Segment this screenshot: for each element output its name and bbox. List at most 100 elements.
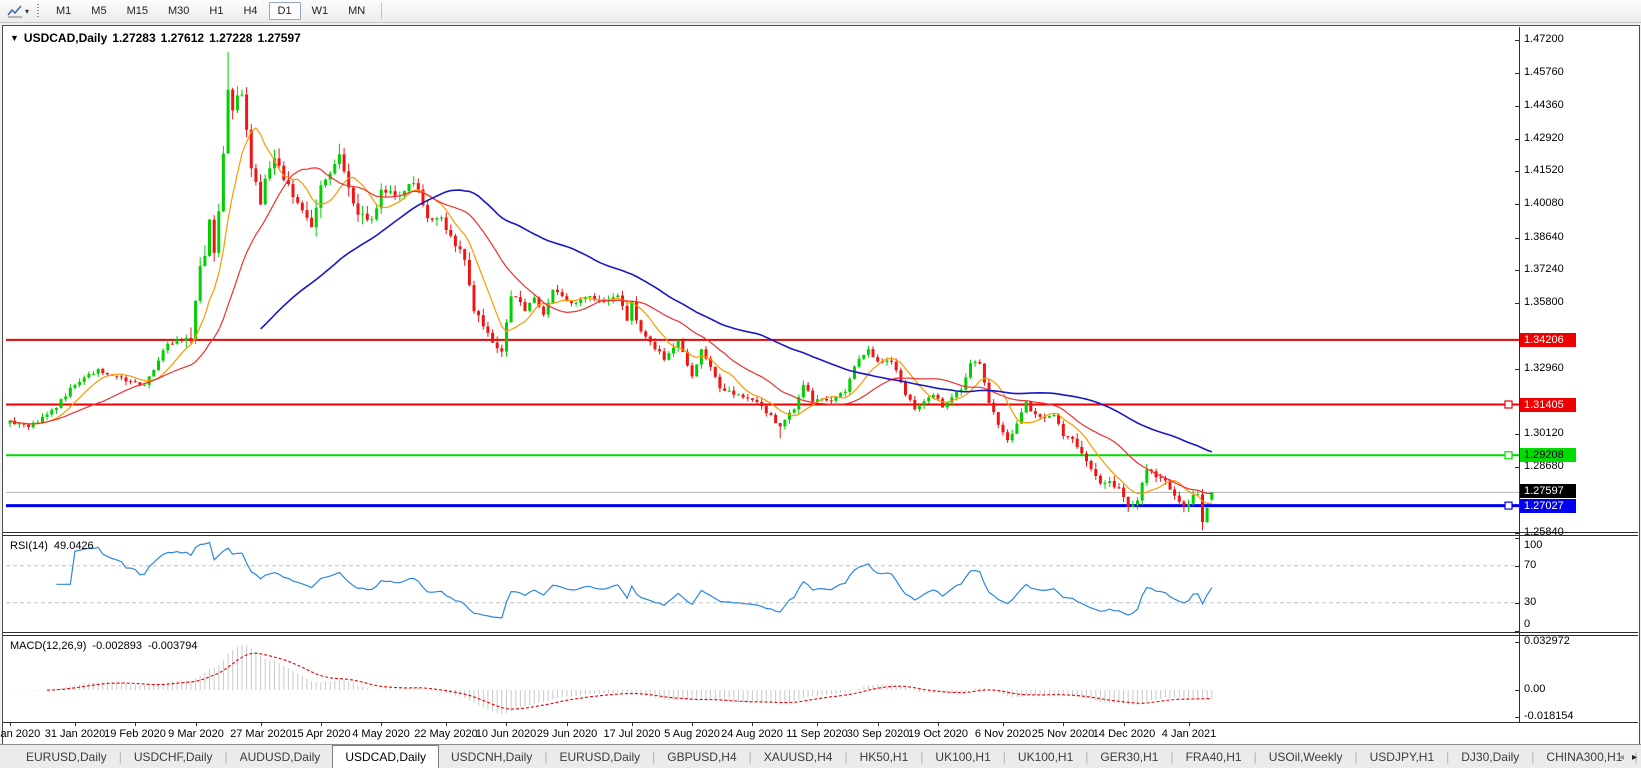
price-tick-mark bbox=[1515, 369, 1519, 370]
panel-separator[interactable] bbox=[3, 632, 1638, 633]
timeframe-button-w1[interactable]: W1 bbox=[303, 2, 338, 20]
chart-tab-ger30-h1[interactable]: GER30,H1 bbox=[1088, 747, 1170, 768]
date-tick-mark bbox=[1189, 722, 1190, 726]
macd-indicator-chart[interactable] bbox=[6, 637, 1519, 722]
date-axis-line bbox=[3, 722, 1638, 723]
date-tick-mark bbox=[752, 722, 753, 726]
price-level-label: 1.29208 bbox=[1520, 448, 1576, 462]
chart-tab-audusd-daily[interactable]: AUDUSD,Daily bbox=[228, 747, 333, 768]
macd-tick-mark bbox=[1515, 690, 1519, 691]
date-tick-label: 13 Jan 2020 bbox=[0, 728, 41, 740]
date-tick-label: 19 Feb 2020 bbox=[104, 728, 166, 740]
rsi-value: 49.0426 bbox=[53, 540, 94, 552]
date-tick-mark bbox=[692, 722, 693, 726]
chart-tab-eurusd-daily[interactable]: EURUSD,Daily bbox=[547, 747, 652, 768]
rsi-name: RSI(14) bbox=[10, 540, 48, 552]
rsi-tick-mark bbox=[1515, 538, 1519, 539]
chart-tab-uk100-h1[interactable]: UK100,H1 bbox=[923, 747, 1002, 768]
price-tick-mark bbox=[1515, 434, 1519, 435]
macd-signal-value: -0.003794 bbox=[147, 640, 198, 652]
timeframe-button-m15[interactable]: M15 bbox=[118, 2, 157, 20]
price-tick-label: 1.42920 bbox=[1524, 132, 1564, 144]
macd-name: MACD(12,26,9) bbox=[10, 640, 87, 652]
timeframe-button-m30[interactable]: M30 bbox=[159, 2, 198, 20]
timeframe-button-m5[interactable]: M5 bbox=[82, 2, 115, 20]
date-tick-label: 4 Jan 2021 bbox=[1161, 728, 1217, 740]
chart-tab-eurusd-daily[interactable]: EURUSD,Daily bbox=[14, 747, 119, 768]
top-toolbar: ▾ M1 M5 M15 M30 H1 H4 D1 W1 MN bbox=[0, 0, 1641, 23]
price-tick-mark bbox=[1515, 533, 1519, 534]
tab-scroll-right-icon[interactable]: ▸ bbox=[1632, 752, 1637, 763]
date-tick-mark bbox=[446, 722, 447, 726]
price-tick-label: 1.40080 bbox=[1524, 197, 1564, 209]
rsi-tick-label: 100 bbox=[1524, 539, 1543, 551]
price-tick-mark bbox=[1515, 270, 1519, 271]
rsi-indicator-chart[interactable] bbox=[6, 537, 1519, 631]
timeframe-button-d1[interactable]: D1 bbox=[268, 2, 301, 20]
price-tick-mark bbox=[1515, 73, 1519, 74]
price-tick-label: 1.30120 bbox=[1524, 427, 1564, 439]
price-tick-label: 1.47200 bbox=[1524, 33, 1564, 45]
chart-tab-usdcad-daily[interactable]: USDCAD,Daily bbox=[332, 745, 439, 768]
chevron-down-icon[interactable]: ▾ bbox=[25, 7, 29, 16]
chart-tab-usoil-[interactable]: USOil, bbox=[1638, 747, 1641, 768]
ohlc-open: 1.27283 bbox=[112, 31, 156, 45]
rsi-tick-label: 30 bbox=[1524, 596, 1537, 608]
panel-separator[interactable] bbox=[3, 535, 1638, 536]
price-level-label: 1.31405 bbox=[1520, 398, 1576, 412]
date-tick-label: 15 Apr 2020 bbox=[291, 728, 351, 740]
panel-separator[interactable] bbox=[3, 532, 1638, 533]
panel-separator[interactable] bbox=[3, 635, 1638, 636]
price-tick-label: 1.45760 bbox=[1524, 66, 1564, 78]
rsi-tick-mark bbox=[1515, 631, 1519, 632]
chart-tab-usdcnh-daily[interactable]: USDCNH,Daily bbox=[439, 747, 544, 768]
date-tick-mark bbox=[10, 722, 11, 726]
date-tick-mark bbox=[632, 722, 633, 726]
price-tick-label: 1.44360 bbox=[1524, 99, 1564, 111]
toolbar-separator bbox=[381, 3, 383, 19]
main-price-chart[interactable] bbox=[6, 27, 1519, 531]
chart-line-icon bbox=[7, 5, 22, 18]
price-tick-label: 1.25840 bbox=[1524, 526, 1564, 538]
date-tick-label: 22 May 2020 bbox=[414, 728, 478, 740]
chart-tab-usdjpy-h1[interactable]: USDJPY,H1 bbox=[1358, 747, 1446, 768]
chart-tab-gbpusd-h4[interactable]: GBPUSD,H4 bbox=[655, 747, 748, 768]
tabs-container: EURUSD,Daily | USDCHF,Daily | AUDUSD,Daily US… bbox=[14, 745, 1641, 768]
timeframe-button-m1[interactable]: M1 bbox=[47, 2, 80, 20]
macd-tick-label: 0.032972 bbox=[1524, 635, 1570, 647]
date-tick-label: 27 Mar 2020 bbox=[230, 728, 292, 740]
date-tick-label: 4 May 2020 bbox=[352, 728, 410, 740]
timeframe-button-group: M1 M5 M15 M30 H1 H4 D1 W1 MN bbox=[46, 2, 375, 20]
date-tick-mark bbox=[1003, 722, 1004, 726]
timeframe-button-h1[interactable]: H1 bbox=[200, 2, 232, 20]
chart-tab-fra40-h1[interactable]: FRA40,H1 bbox=[1174, 747, 1254, 768]
chart-tab-bar: EURUSD,Daily | USDCHF,Daily | AUDUSD,Daily US… bbox=[0, 744, 1641, 768]
tab-scroll-left-icon[interactable]: ◂ bbox=[1619, 752, 1624, 763]
price-tick-mark bbox=[1515, 303, 1519, 304]
macd-tick-mark bbox=[1515, 717, 1519, 718]
price-tick-label: 1.32960 bbox=[1524, 362, 1564, 374]
timeframe-button-h4[interactable]: H4 bbox=[234, 2, 266, 20]
tab-scroll-arrows: ◂ ▸ bbox=[1619, 752, 1637, 763]
chart-tab-hk50-h1[interactable]: HK50,H1 bbox=[848, 747, 921, 768]
chart-tab-uk100-h1[interactable]: UK100,H1 bbox=[1006, 747, 1085, 768]
date-tick-label: 10 Jun 2020 bbox=[475, 728, 537, 740]
timeframe-button-mn[interactable]: MN bbox=[339, 2, 374, 20]
price-tick-mark bbox=[1515, 204, 1519, 205]
date-tick-label: 29 Jun 2020 bbox=[536, 728, 598, 740]
date-tick-label: 6 Nov 2020 bbox=[974, 728, 1032, 740]
collapse-arrow-icon[interactable]: ▼ bbox=[10, 33, 19, 43]
date-tick-mark bbox=[567, 722, 568, 726]
chart-tab-usoil-weekly[interactable]: USOil,Weekly bbox=[1257, 747, 1355, 768]
price-level-label: 1.34206 bbox=[1520, 333, 1576, 347]
price-tick-label: 1.35800 bbox=[1524, 296, 1564, 308]
macd-tick-label: -0.018154 bbox=[1524, 710, 1574, 722]
ohlc-low: 1.27228 bbox=[209, 31, 253, 45]
ohlc-high: 1.27612 bbox=[160, 31, 205, 45]
rsi-tick-label: 0 bbox=[1524, 618, 1531, 630]
chart-tab-xauusd-h4[interactable]: XAUUSD,H4 bbox=[752, 747, 845, 768]
chart-tab-usdchf-daily[interactable]: USDCHF,Daily bbox=[122, 747, 225, 768]
chart-tools-icon[interactable]: ▾ bbox=[4, 3, 32, 19]
date-tick-label: 25 Nov 2020 bbox=[1031, 728, 1095, 740]
chart-tab-dj30-daily[interactable]: DJ30,Daily bbox=[1449, 747, 1531, 768]
